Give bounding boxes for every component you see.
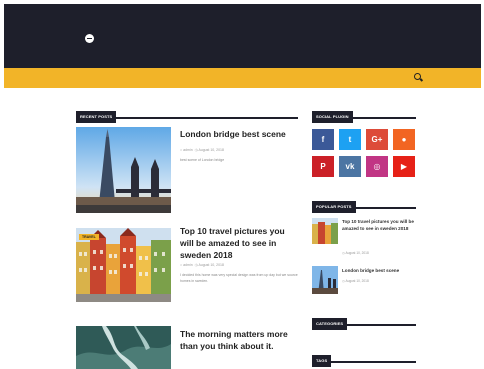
post-author[interactable]: admin <box>183 148 193 152</box>
popular-post-date: August 10, 2018 <box>345 279 369 283</box>
vk-icon: vk <box>345 162 355 171</box>
nav-bar <box>4 68 481 88</box>
london-bridge-thumb <box>312 266 338 294</box>
popular-posts-heading: POPULAR POSTS <box>312 195 416 213</box>
post-title-sweden[interactable]: Top 10 travel pictures you will be amaze… <box>180 225 300 261</box>
post-author[interactable]: admin <box>183 263 193 267</box>
categories-heading: CATEGORIES <box>312 312 416 330</box>
google-plus-button[interactable]: G+ <box>366 129 388 150</box>
vk-button[interactable]: vk <box>339 156 361 177</box>
user-icon: ○ <box>180 263 183 267</box>
post-excerpt-london: best scene of London bridge <box>180 158 225 162</box>
sweden-houses-thumb <box>312 218 338 244</box>
instagram-icon: ◎ <box>373 162 381 171</box>
youtube-button[interactable]: ▶ <box>393 156 415 177</box>
pinterest-button[interactable]: P <box>312 156 334 177</box>
recent-posts-title: RECENT POSTS <box>76 111 117 123</box>
post-meta-london: ○ admin ◷ August 10, 2018 <box>180 148 224 152</box>
social-plugin-title: SOCIAL PLUGIN <box>312 111 353 123</box>
recent-posts-heading: RECENT POSTS <box>76 105 298 123</box>
post-thumbnail-sweden[interactable]: TRAVEL <box>76 228 171 302</box>
popular-post-date: August 10, 2018 <box>345 251 369 255</box>
popular-post-thumbnail[interactable] <box>312 218 338 244</box>
circle-logo-icon[interactable] <box>85 34 94 43</box>
post-date: August 10, 2018 <box>198 148 224 152</box>
post-meta-sweden: ○ admin ◷ August 10, 2018 <box>180 263 224 267</box>
rss-button[interactable]: ● <box>393 129 415 150</box>
instagram-button[interactable]: ◎ <box>366 156 388 177</box>
post-thumbnail-morning[interactable] <box>76 326 171 369</box>
popular-post-title[interactable]: Top 10 travel pictures you will be amaze… <box>342 218 418 232</box>
popular-post-title[interactable]: London bridge best scene <box>342 267 418 274</box>
youtube-icon: ▶ <box>400 162 408 171</box>
post-title-london[interactable]: London bridge best scene <box>180 128 300 140</box>
post-date: August 10, 2018 <box>198 263 224 267</box>
facebook-icon: f <box>321 135 325 144</box>
pinterest-icon: P <box>320 162 326 171</box>
popular-post-meta: ◷ August 10, 2018 <box>342 279 369 283</box>
twitter-button[interactable]: t <box>339 129 361 150</box>
site-header <box>4 4 481 68</box>
forest-stream-image <box>76 326 171 369</box>
post-excerpt-sweden: I decided this home was very special des… <box>180 273 298 283</box>
tags-heading: TAGS <box>312 349 416 367</box>
categories-title: CATEGORIES <box>312 318 348 330</box>
clock-icon: ◷ <box>342 251 345 255</box>
popular-posts-title: POPULAR POSTS <box>312 201 356 213</box>
post-title-morning[interactable]: The morning matters more than you think … <box>180 328 300 352</box>
category-badge[interactable]: TRAVEL <box>79 234 99 240</box>
social-plugin-heading: SOCIAL PLUGIN <box>312 105 416 123</box>
google-plus-icon: G+ <box>371 135 383 144</box>
user-icon: ○ <box>180 148 183 152</box>
popular-post-thumbnail[interactable] <box>312 266 338 294</box>
popular-post-meta: ◷ August 10, 2018 <box>342 251 369 255</box>
twitter-icon: t <box>348 135 352 144</box>
clock-icon: ◷ <box>342 279 345 283</box>
post-thumbnail-london[interactable] <box>76 127 171 213</box>
search-icon[interactable] <box>414 73 421 80</box>
tags-title: TAGS <box>312 355 332 367</box>
facebook-button[interactable]: f <box>312 129 334 150</box>
london-bridge-image <box>76 127 171 213</box>
rss-icon: ● <box>401 135 407 144</box>
